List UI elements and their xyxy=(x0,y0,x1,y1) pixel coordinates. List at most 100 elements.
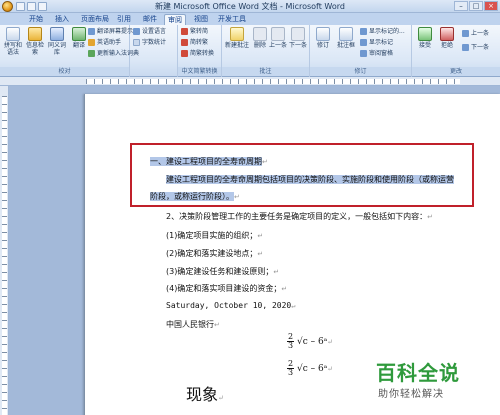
doc-list-item-3[interactable]: (3)确定建设任务和建设原则；↵ xyxy=(166,267,279,277)
accept-button[interactable]: 接受 xyxy=(414,27,436,49)
spelling-button[interactable]: 拼写和语法 xyxy=(2,27,24,56)
thesaurus-icon xyxy=(50,27,64,41)
convert-button[interactable]: 简繁转换 xyxy=(181,49,214,59)
large-text-line[interactable]: 现象↵ xyxy=(186,381,224,405)
balloons-button[interactable]: 批注框 xyxy=(334,27,358,49)
paragraph-mark: ↵ xyxy=(273,268,280,276)
delete-comment-icon xyxy=(253,27,267,41)
track-changes-button[interactable]: 修订 xyxy=(312,27,334,49)
proofing-group: 拼写和语法 信息检索 同义词库 翻译 翻译屏幕提示 英语助手 更新输入法词典 校… xyxy=(0,25,139,77)
doc-list-item-1[interactable]: (1)确定项目实施的组织；↵ xyxy=(166,231,263,241)
reviewing-pane-dropdown[interactable]: 审阅窗格 xyxy=(360,49,393,59)
doc-date-line[interactable]: Saturday, October 10, 2020↵ xyxy=(166,301,295,311)
tab-view[interactable]: 视图 xyxy=(191,14,211,25)
trad-simp-icon xyxy=(181,28,188,35)
tracking-group-label: 修订 xyxy=(310,67,411,76)
horizontal-ruler[interactable] xyxy=(0,77,500,86)
close-button[interactable]: × xyxy=(484,1,498,11)
window-title: 新建 Microsoft Office Word 文档 - Microsoft … xyxy=(155,2,345,11)
simp-to-trad-button[interactable]: 简转繁 xyxy=(181,38,208,48)
next-comment-button[interactable]: 下一条 xyxy=(288,27,308,49)
doc-bank-line[interactable]: 中国人民银行↵ xyxy=(166,320,220,330)
equation-1[interactable]: 23 √c – 6ᵃ↵ xyxy=(287,333,333,350)
abc-check-icon xyxy=(6,27,20,41)
paragraph-mark: ↵ xyxy=(257,250,264,258)
selection-highlight-box xyxy=(130,143,474,207)
maximize-button[interactable]: □ xyxy=(469,1,483,11)
equation-2[interactable]: 23 √c – 6ᵃ↵ xyxy=(287,360,333,377)
markup-icon xyxy=(360,28,367,35)
thesaurus-button[interactable]: 同义词库 xyxy=(46,27,68,56)
translate-icon xyxy=(72,27,86,41)
minimize-button[interactable]: – xyxy=(454,1,468,11)
comments-group: 新建批注 删除 上一条 下一条 批注 xyxy=(222,25,310,77)
chinese-conversion-group: 繁转简 简转繁 简繁转换 中文简繁转换 xyxy=(178,25,222,77)
word-count-button[interactable]: 字数统计 xyxy=(133,38,166,48)
next-change-button[interactable]: 下一条 xyxy=(462,43,489,53)
doc-line-decision[interactable]: 2、决策阶段管理工作的主要任务是确定项目的定义，一般包括如下内容：↵ xyxy=(166,212,433,222)
assistant-icon xyxy=(88,39,95,46)
delete-comment-button[interactable]: 删除 xyxy=(250,27,270,49)
pane-icon xyxy=(360,50,367,57)
reject-icon xyxy=(440,27,454,41)
prev-comment-button[interactable]: 上一条 xyxy=(268,27,288,49)
ime-icon xyxy=(88,50,95,57)
new-comment-icon xyxy=(230,27,244,41)
changes-group-label: 更改 xyxy=(412,67,500,76)
tab-mailings[interactable]: 邮件 xyxy=(140,14,160,25)
comments-group-label: 批注 xyxy=(222,67,309,76)
show-markup-dropdown[interactable]: 显示标记 xyxy=(360,38,393,48)
convert-icon xyxy=(181,50,188,57)
prev-change-icon xyxy=(462,30,469,37)
simp-trad-icon xyxy=(181,39,188,46)
paragraph-mark: ↵ xyxy=(281,285,288,293)
tab-review[interactable]: 审阅 xyxy=(164,14,186,25)
balloons-icon xyxy=(339,27,353,41)
paragraph-mark: ↵ xyxy=(427,213,433,221)
display-markup-dropdown[interactable]: 显示标记的... xyxy=(360,27,405,37)
screen-tip-button[interactable]: 翻译屏幕提示 xyxy=(88,27,133,37)
tracking-group: 修订 批注框 显示标记的... 显示标记 审阅窗格 修订 xyxy=(310,25,412,77)
chinese-group-label: 中文简繁转换 xyxy=(178,67,221,76)
show-markup-icon xyxy=(360,39,367,46)
tab-page-layout[interactable]: 页面布局 xyxy=(78,14,112,25)
ribbon: 拼写和语法 信息检索 同义词库 翻译 翻译屏幕提示 英语助手 更新输入法词典 校… xyxy=(0,25,500,77)
paragraph-mark: ↵ xyxy=(257,232,264,240)
word-count-icon xyxy=(133,39,140,46)
paragraph-mark: ↵ xyxy=(291,302,296,310)
english-assistant-button[interactable]: 英语助手 xyxy=(88,38,121,48)
doc-list-item-2[interactable]: (2)确定和落实建设地点；↵ xyxy=(166,249,263,259)
reject-button[interactable]: 拒绝 xyxy=(436,27,458,49)
watermark-title: 百科全说 xyxy=(376,361,460,385)
window-controls: – □ × xyxy=(454,1,498,11)
language-icon xyxy=(133,28,140,35)
prev-comment-icon xyxy=(271,27,285,41)
ruler-scale xyxy=(86,79,460,84)
trad-to-simp-button[interactable]: 繁转简 xyxy=(181,27,208,37)
track-changes-icon xyxy=(316,27,330,41)
paragraph-mark: ↵ xyxy=(214,321,220,329)
next-comment-icon xyxy=(291,27,305,41)
ribbon-tabs: 开始 插入 页面布局 引用 邮件 审阅 视图 开发工具 xyxy=(0,13,500,25)
screentip-icon xyxy=(88,28,95,35)
tab-references[interactable]: 引用 xyxy=(114,14,134,25)
tab-insert[interactable]: 插入 xyxy=(52,14,72,25)
doc-list-item-4[interactable]: (4)确定和落实项目建设的资金；↵ xyxy=(166,284,287,294)
proofing-group-label: 校对 xyxy=(0,67,129,76)
ruler-scale-vertical xyxy=(2,96,7,415)
vertical-ruler[interactable] xyxy=(0,86,9,415)
changes-group: 接受 拒绝 上一条 下一条 更改 xyxy=(412,25,500,77)
title-bar: 新建 Microsoft Office Word 文档 - Microsoft … xyxy=(0,0,500,13)
prev-change-button[interactable]: 上一条 xyxy=(462,29,489,39)
research-button[interactable]: 信息检索 xyxy=(24,27,46,56)
tab-developer[interactable]: 开发工具 xyxy=(215,14,249,25)
translate-button[interactable]: 翻译 xyxy=(68,27,90,49)
watermark-subtitle: 助你轻松解决 xyxy=(378,389,444,400)
next-change-icon xyxy=(462,44,469,51)
watermark-logo: 百科全说 助你轻松解决 xyxy=(376,357,496,409)
set-language-button[interactable]: 设置语言 xyxy=(133,27,166,37)
new-comment-button[interactable]: 新建批注 xyxy=(224,27,250,49)
tab-home[interactable]: 开始 xyxy=(26,14,46,25)
wordcount-group: 设置语言 字数统计 xyxy=(130,25,178,77)
research-book-icon xyxy=(28,27,42,41)
